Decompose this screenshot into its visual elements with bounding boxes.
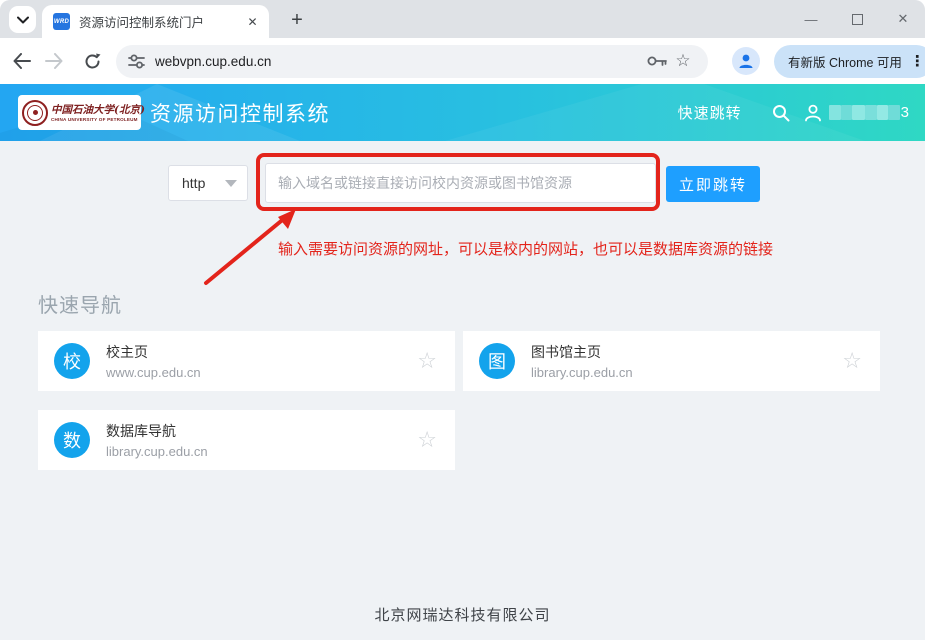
university-emblem-icon — [22, 100, 48, 126]
card-url: library.cup.edu.cn — [531, 365, 842, 380]
browser-toolbar: webvpn.cup.edu.cn ☆ 有新版 Chrome 可用 ⋮ — [0, 38, 925, 84]
blur-block — [829, 105, 841, 120]
quick-nav-card-database-nav[interactable]: 数 数据库导航 library.cup.edu.cn ☆ — [38, 410, 455, 470]
back-arrow-icon — [13, 53, 31, 69]
maximize-button[interactable] — [849, 11, 865, 27]
search-icon — [772, 104, 790, 122]
star-icon: ☆ — [675, 51, 690, 71]
browser-window: WRD 资源访问控制系统门户 ✕ + — ✕ webvpn.cup.edu.cn… — [0, 0, 925, 640]
password-manager-button[interactable] — [644, 48, 670, 74]
caret-down-icon — [225, 180, 237, 187]
favorite-star-icon[interactable]: ☆ — [842, 350, 862, 372]
protocol-select[interactable]: http — [168, 165, 248, 201]
blur-block — [852, 105, 865, 120]
username-visible-digit: 3 — [901, 104, 909, 121]
jump-button[interactable]: 立即跳转 — [666, 166, 760, 202]
chrome-update-pill[interactable]: 有新版 Chrome 可用 ⋮ — [774, 45, 925, 78]
person-icon — [737, 52, 755, 70]
tab-title: 资源访问控制系统门户 — [79, 12, 244, 31]
quick-nav-card-library-home[interactable]: 图 图书馆主页 library.cup.edu.cn ☆ — [463, 331, 880, 391]
minimize-button[interactable]: — — [803, 11, 819, 27]
quick-jump-link[interactable]: 快速跳转 — [678, 102, 742, 123]
blur-block — [888, 105, 900, 120]
user-account-button[interactable] — [803, 103, 823, 123]
browser-tab[interactable]: WRD 资源访问控制系统门户 ✕ — [42, 5, 269, 38]
quick-nav-title: 快速导航 — [38, 289, 122, 318]
tab-search-button[interactable] — [9, 6, 36, 33]
window-controls: — ✕ — [803, 0, 911, 38]
blur-block — [865, 105, 877, 120]
card-title: 图书馆主页 — [531, 342, 842, 362]
favorite-star-icon[interactable]: ☆ — [417, 429, 437, 451]
school-icon: 校 — [54, 343, 90, 379]
close-window-button[interactable]: ✕ — [895, 11, 911, 27]
card-url: library.cup.edu.cn — [106, 444, 417, 459]
address-bar[interactable]: webvpn.cup.edu.cn ☆ — [116, 45, 708, 78]
tab-close-icon[interactable]: ✕ — [244, 13, 261, 30]
university-name-cn: 中国石油大学(北京) — [51, 104, 145, 117]
portal-header: 中国石油大学(北京) CHINA UNIVERSITY OF PETROLEUM… — [0, 84, 925, 141]
quick-nav-card-school-home[interactable]: 校 校主页 www.cup.edu.cn ☆ — [38, 331, 455, 391]
username-blurred[interactable]: 3 — [829, 104, 909, 121]
tab-strip: WRD 资源访问控制系统门户 ✕ + — ✕ — [0, 0, 925, 38]
forward-arrow-icon — [45, 53, 63, 69]
protocol-value: http — [182, 175, 225, 191]
user-icon — [803, 103, 823, 123]
site-favicon-icon: WRD — [53, 13, 70, 30]
portal-title: 资源访问控制系统 — [150, 84, 330, 141]
annotation-text: 输入需要访问资源的网址，可以是校内的网站，也可以是数据库资源的链接 — [278, 238, 773, 259]
key-icon — [647, 55, 668, 67]
card-url: www.cup.edu.cn — [106, 365, 417, 380]
university-logo: 中国石油大学(北京) CHINA UNIVERSITY OF PETROLEUM — [18, 95, 141, 130]
update-pill-label: 有新版 Chrome 可用 — [788, 52, 902, 71]
maximize-icon — [852, 14, 863, 25]
chevron-down-icon — [17, 16, 29, 24]
main-content: http 立即跳转 输入需要访问资源的网址，可以是校内的网站，也可以是数据库资源… — [0, 141, 925, 640]
database-icon: 数 — [54, 422, 90, 458]
university-name-en: CHINA UNIVERSITY OF PETROLEUM — [51, 117, 145, 122]
profile-avatar[interactable] — [732, 47, 760, 75]
forward-button[interactable] — [38, 45, 70, 77]
reload-icon — [84, 53, 101, 70]
blur-block — [877, 105, 888, 120]
blur-block — [841, 105, 852, 120]
bookmark-button[interactable]: ☆ — [670, 48, 696, 74]
card-title: 数据库导航 — [106, 421, 417, 441]
new-tab-button[interactable]: + — [284, 7, 310, 33]
reload-button[interactable] — [76, 45, 108, 77]
header-search-button[interactable] — [772, 104, 790, 122]
library-icon: 图 — [479, 343, 515, 379]
site-settings-icon — [128, 54, 145, 69]
url-text[interactable]: webvpn.cup.edu.cn — [155, 54, 644, 69]
card-title: 校主页 — [106, 342, 417, 362]
resource-url-input[interactable] — [265, 163, 656, 203]
favorite-star-icon[interactable]: ☆ — [417, 350, 437, 372]
back-button[interactable] — [6, 45, 38, 77]
menu-kebab-icon[interactable]: ⋮ — [910, 52, 925, 70]
footer-company: 北京网瑞达科技有限公司 — [0, 604, 925, 625]
